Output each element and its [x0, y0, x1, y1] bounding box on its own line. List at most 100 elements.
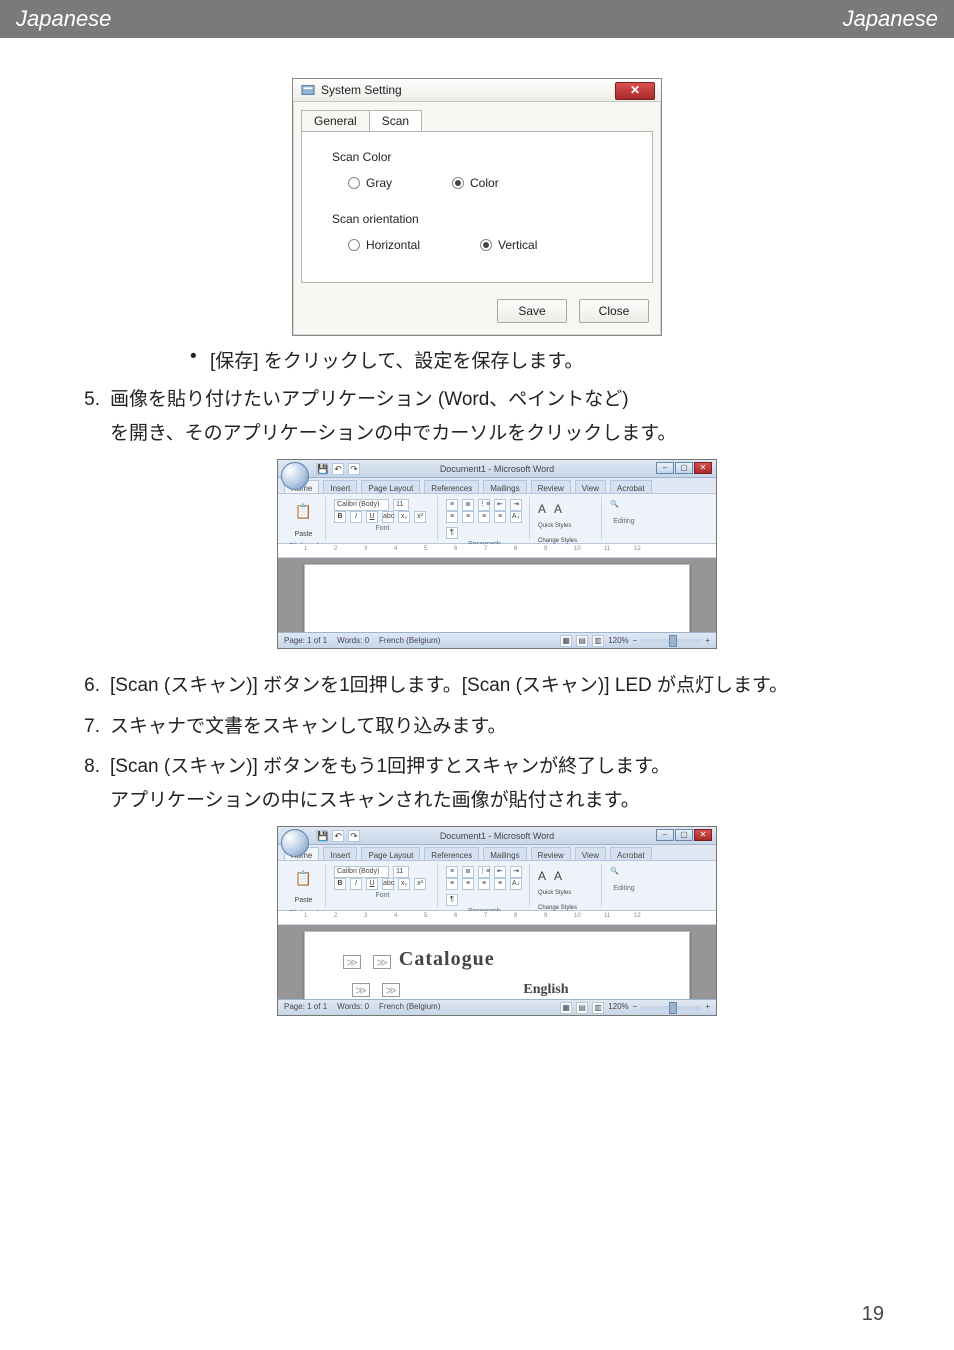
- ribbon-tab-acrobat: Acrobat: [610, 480, 652, 493]
- tab-panel-scan: Scan Color Gray Color Scan orientation H…: [301, 131, 653, 283]
- view-full-icon: ▤: [576, 635, 588, 647]
- ribbon-tab-review: Review: [531, 480, 571, 493]
- scan-watermark-icon: [343, 955, 361, 969]
- step-number: 6.: [70, 669, 110, 703]
- word-status-bar: Page: 1 of 1 Words: 0 French (Belgium) ▦…: [278, 999, 716, 1015]
- save-button[interactable]: Save: [497, 299, 567, 323]
- tab-general[interactable]: General: [301, 110, 370, 131]
- ribbon-tab-mailings: Mailings: [483, 480, 526, 493]
- quick-styles-icon: A: [538, 499, 546, 521]
- status-lang: French (Belgium): [379, 634, 440, 648]
- indent-dec-icon: ⇤: [494, 499, 506, 511]
- paste-label: Paste: [295, 895, 313, 908]
- tab-scan[interactable]: Scan: [369, 110, 422, 131]
- bold-icon: B: [334, 878, 346, 890]
- superscript-icon: x²: [414, 878, 426, 890]
- scan-watermark-icon: [382, 983, 400, 997]
- word-titlebar: 💾 ↶ ↷ Document1 - Microsoft Word – ▢ ✕: [278, 827, 716, 845]
- font-name-box: Calibri (Body): [334, 866, 389, 878]
- zoom-value: 120%: [608, 1000, 628, 1014]
- word-screenshot-1: 💾 ↶ ↷ Document1 - Microsoft Word – ▢ ✕: [277, 459, 717, 649]
- radio-horizontal[interactable]: Horizontal: [348, 238, 420, 252]
- word-ribbon-tabs: Home Insert Page Layout References Maili…: [278, 845, 716, 861]
- ribbon-tab-insert: Insert: [323, 480, 357, 493]
- dialog-app-icon: [301, 83, 315, 97]
- change-styles-icon: A: [554, 499, 562, 521]
- ribbon-tab-page-layout: Page Layout: [361, 480, 420, 493]
- radio-color-label: Color: [470, 176, 499, 190]
- scan-watermark-icon: [352, 983, 370, 997]
- step-number: 7.: [70, 710, 110, 744]
- pilcrow-icon: ¶: [446, 894, 458, 906]
- subscript-icon: x₂: [398, 511, 410, 523]
- multilevel-icon: ⋮≡: [478, 499, 490, 511]
- bold-icon: B: [334, 511, 346, 523]
- radio-icon: [348, 177, 360, 189]
- qat-save-icon: 💾: [316, 830, 328, 842]
- qat-redo-icon: ↷: [348, 830, 360, 842]
- step-5-line2: を開き、そのアプリケーションの中でカーソルをクリックします。: [110, 417, 884, 451]
- font-size-box: 11: [393, 866, 409, 878]
- maximize-icon: ▢: [675, 829, 693, 841]
- editing-group-label: Editing: [610, 516, 638, 529]
- zoom-out-icon: −: [633, 634, 638, 648]
- strike-icon: abc: [382, 511, 394, 523]
- close-icon: ✕: [694, 462, 712, 474]
- step-number: 8.: [70, 750, 110, 1030]
- dialog-titlebar: System Setting ✕: [293, 79, 661, 102]
- sort-icon: A↓: [510, 878, 522, 890]
- justify-icon: ≡: [494, 511, 506, 523]
- superscript-icon: x²: [414, 511, 426, 523]
- page-number: 19: [862, 1303, 884, 1326]
- radio-vertical[interactable]: Vertical: [480, 238, 537, 252]
- close-icon: ✕: [694, 829, 712, 841]
- radio-vertical-label: Vertical: [498, 238, 537, 252]
- dialog-close-button[interactable]: ✕: [615, 82, 655, 100]
- step-8: 8. [Scan (スキャン)] ボタンをもう1回押すとスキャンが終了します。 …: [70, 750, 884, 1030]
- ribbon-tab-references: References: [424, 480, 479, 493]
- step-number: 5.: [70, 383, 110, 663]
- radio-icon: [348, 239, 360, 251]
- bullet-save-click: [保存] をクリックして、設定を保存します。: [180, 346, 884, 373]
- underline-icon: U: [366, 878, 378, 890]
- close-button[interactable]: Close: [579, 299, 649, 323]
- step-6-text: [Scan (スキャン)] ボタンを1回押します。[Scan (スキャン)] L…: [110, 669, 884, 703]
- ribbon-tab-review: Review: [531, 847, 571, 860]
- font-group-label: Font: [334, 890, 431, 903]
- catalogue-subtitle: English: [403, 982, 568, 997]
- zoom-in-icon: +: [705, 634, 710, 648]
- font-size-box: 11: [393, 499, 409, 511]
- step-8-line1: [Scan (スキャン)] ボタンをもう1回押すとスキャンが終了します。: [110, 750, 884, 784]
- pilcrow-icon: ¶: [446, 527, 458, 539]
- system-setting-dialog: System Setting ✕ General Scan Scan Color…: [292, 78, 662, 336]
- quick-styles-label: Quick Styles: [538, 521, 571, 532]
- italic-icon: I: [350, 878, 362, 890]
- status-words: Words: 0: [337, 1000, 369, 1014]
- change-styles-icon: A: [554, 866, 562, 888]
- status-page: Page: 1 of 1: [284, 634, 327, 648]
- strike-icon: abc: [382, 878, 394, 890]
- word-ruler: 123456789101112: [278, 911, 716, 925]
- qat-undo-icon: ↶: [332, 830, 344, 842]
- group-scan-orient-label: Scan orientation: [332, 212, 636, 226]
- catalogue-title: Catalogue: [399, 948, 495, 970]
- radio-color[interactable]: Color: [452, 176, 499, 190]
- minimize-icon: –: [656, 829, 674, 841]
- view-web-icon: ▥: [592, 1002, 604, 1014]
- font-group-label: Font: [334, 523, 431, 536]
- indent-inc-icon: ⇥: [510, 866, 522, 878]
- numbering-icon: ≣: [462, 499, 474, 511]
- word-ribbon-tabs: Home Insert Page Layout References Maili…: [278, 478, 716, 494]
- radio-gray[interactable]: Gray: [348, 176, 392, 190]
- find-icon: 🔍: [610, 499, 619, 512]
- group-scan-color-label: Scan Color: [332, 150, 636, 164]
- align-left-icon: ≡: [446, 878, 458, 890]
- sort-icon: A↓: [510, 511, 522, 523]
- ribbon-tab-insert: Insert: [323, 847, 357, 860]
- zoom-value: 120%: [608, 634, 628, 648]
- ribbon-tab-acrobat: Acrobat: [610, 847, 652, 860]
- maximize-icon: ▢: [675, 462, 693, 474]
- quick-styles-icon: A: [538, 866, 546, 888]
- header-left: Japanese: [16, 6, 111, 32]
- word-titlebar: 💾 ↶ ↷ Document1 - Microsoft Word – ▢ ✕: [278, 460, 716, 478]
